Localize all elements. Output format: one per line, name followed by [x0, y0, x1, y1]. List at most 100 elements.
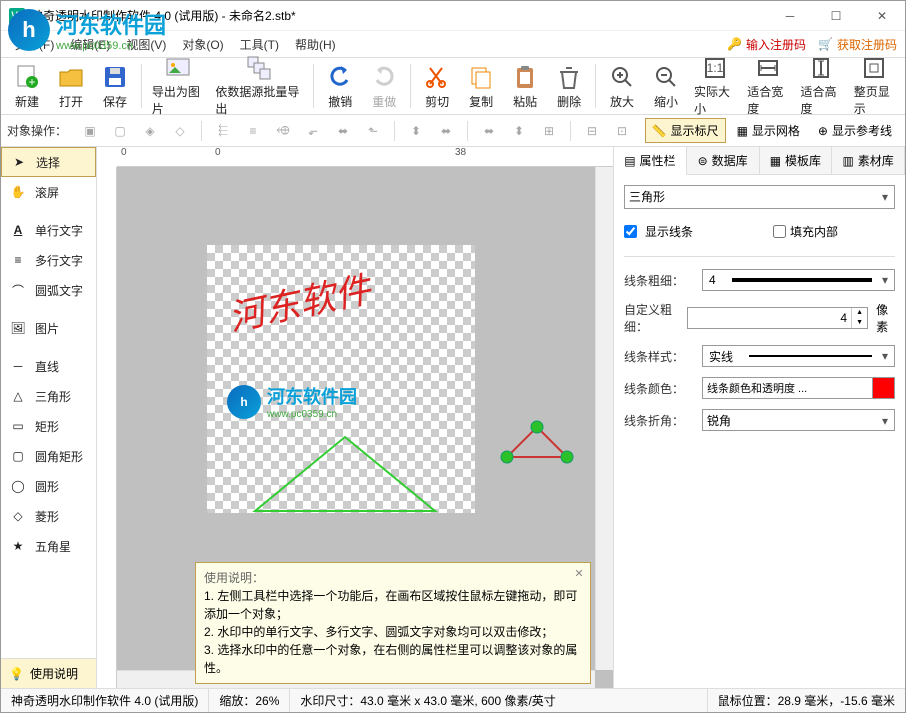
cart-icon: 🛒	[818, 37, 833, 51]
fill-checkbox[interactable]: 填充内部	[773, 223, 838, 240]
show-ruler-toggle[interactable]: 📏显示标尺	[645, 118, 726, 143]
zoom-out-button[interactable]: 缩小	[644, 59, 688, 113]
tool-image[interactable]: 🖼图片	[1, 313, 96, 343]
tool-roundrect[interactable]: ▢圆角矩形	[1, 441, 96, 471]
line-style-select[interactable]: 实线	[702, 345, 895, 367]
multitext-icon: ≡	[9, 251, 27, 269]
align-center-button[interactable]: ≡	[240, 119, 266, 143]
tool-line[interactable]: ─直线	[1, 351, 96, 381]
menu-file[interactable]: 文件(F)	[7, 33, 62, 56]
fit-page-button[interactable]: 整页显示	[848, 59, 901, 113]
group-button[interactable]: ⊞	[536, 119, 562, 143]
vertical-scrollbar[interactable]	[595, 167, 613, 670]
status-zoom: 缩放：26%	[209, 689, 290, 712]
align-middle-button[interactable]: ⬌	[330, 119, 356, 143]
batch-export-button[interactable]: 依数据源批量导出	[209, 59, 309, 113]
tool-pan[interactable]: ✋滚屏	[1, 177, 96, 207]
tool-text-multi[interactable]: ≡多行文字	[1, 245, 96, 275]
cursor-icon: ➤	[10, 153, 28, 171]
layer2-button[interactable]: ◇	[167, 119, 193, 143]
hand-icon: ✋	[9, 183, 27, 201]
db-icon: ⊜	[698, 154, 708, 168]
save-button[interactable]: 保存	[93, 59, 137, 113]
actual-size-button[interactable]: 1:1实际大小	[688, 59, 741, 113]
layer-button[interactable]: ◈	[137, 119, 163, 143]
center-v-button[interactable]: ⊡	[609, 119, 635, 143]
thickness-label: 线条粗细：	[624, 272, 694, 289]
tips-close-button[interactable]: ✕	[572, 567, 586, 581]
fit-width-button[interactable]: 适合宽度	[741, 59, 794, 113]
tool-ellipse[interactable]: ◯圆形	[1, 471, 96, 501]
custom-thickness-input[interactable]: ▲▼	[687, 307, 868, 329]
minimize-button[interactable]: ─	[767, 1, 813, 30]
image-icon: 🖼	[9, 319, 27, 337]
input-regcode-link[interactable]: 🔑输入注册码	[727, 36, 806, 53]
export-image-button[interactable]: 导出为图片	[146, 59, 210, 113]
menu-view[interactable]: 视图(V)	[118, 33, 174, 56]
dist-h-button[interactable]: ⬍	[403, 119, 429, 143]
green-triangle-object[interactable]	[245, 429, 445, 519]
tool-diamond[interactable]: ◇菱形	[1, 501, 96, 531]
open-button[interactable]: 打开	[49, 59, 93, 113]
show-grid-toggle[interactable]: ▦显示网格	[730, 118, 807, 143]
status-mouse: 鼠标位置：28.9 毫米，-15.6 毫米	[708, 689, 905, 712]
bring-front-button[interactable]: ▣	[77, 119, 103, 143]
logo-circle-icon: h	[227, 385, 261, 419]
selected-triangle-object[interactable]	[497, 417, 577, 467]
delete-button[interactable]: 删除	[547, 59, 591, 113]
same-width-button[interactable]: ⬌	[476, 119, 502, 143]
fit-height-button[interactable]: 适合高度	[795, 59, 848, 113]
align-right-button[interactable]: ⬲	[270, 119, 296, 143]
thickness-select[interactable]: 4	[702, 269, 895, 291]
canvas-page[interactable]: 河东软件 h 河东软件园 www.pc0359.cn	[207, 245, 475, 513]
show-line-checkbox[interactable]: 显示线条	[624, 223, 693, 240]
same-height-button[interactable]: ⬍	[506, 119, 532, 143]
tab-templates[interactable]: ▦模板库	[760, 147, 833, 174]
tool-select[interactable]: ➤选择	[1, 147, 96, 177]
center-h-button[interactable]: ⊟	[579, 119, 605, 143]
tool-text-arc[interactable]: ⌒圆弧文字	[1, 275, 96, 305]
arc-icon: ⌒	[9, 281, 27, 299]
line-join-select[interactable]: 锐角	[702, 409, 895, 431]
rect-icon: ▭	[9, 417, 27, 435]
maximize-button[interactable]: ☐	[813, 1, 859, 30]
help-button[interactable]: 💡使用说明	[1, 658, 96, 688]
line-join-label: 线条折角：	[624, 412, 694, 429]
tool-palette: ➤选择 ✋滚屏 A单行文字 ≡多行文字 ⌒圆弧文字 🖼图片 ─直线 △三角形 ▭…	[1, 147, 97, 688]
align-top-button[interactable]: ⬐	[300, 119, 326, 143]
get-regcode-link[interactable]: 🛒获取注册码	[818, 36, 897, 53]
redo-button[interactable]: 重做	[362, 59, 406, 113]
align-bottom-button[interactable]: ⬑	[360, 119, 386, 143]
align-left-button[interactable]: ⬱	[210, 119, 236, 143]
logo-object[interactable]: h 河东软件园 www.pc0359.cn	[227, 383, 357, 420]
tool-rect[interactable]: ▭矩形	[1, 411, 96, 441]
paste-button[interactable]: 粘贴	[503, 59, 547, 113]
guide-icon: ⊕	[818, 124, 828, 138]
show-guide-toggle[interactable]: ⊕显示参考线	[811, 118, 899, 143]
status-size: 水印尺寸：43.0 毫米 x 43.0 毫米, 600 像素/英寸	[290, 689, 707, 712]
canvas-area: 0 0 38 河东软件 h 河东软件园 www.pc0359.cn	[97, 147, 613, 688]
menu-tools[interactable]: 工具(T)	[232, 33, 287, 56]
shape-type-select[interactable]: 三角形	[624, 185, 895, 209]
cut-button[interactable]: 剪切	[415, 59, 459, 113]
menubar: 文件(F) 编辑(E) 视图(V) 对象(O) 工具(T) 帮助(H) 🔑输入注…	[1, 31, 905, 57]
send-back-button[interactable]: ▢	[107, 119, 133, 143]
copy-button[interactable]: 复制	[459, 59, 503, 113]
res-icon: ▥	[842, 154, 853, 168]
tab-properties[interactable]: ▤属性栏	[614, 147, 687, 175]
tab-resources[interactable]: ▥素材库	[832, 147, 905, 174]
menu-edit[interactable]: 编辑(E)	[62, 33, 118, 56]
window-title: 神奇透明水印制作软件 4.0 (试用版) - 未命名2.stb*	[31, 7, 767, 24]
tool-triangle[interactable]: △三角形	[1, 381, 96, 411]
undo-button[interactable]: 撤销	[318, 59, 362, 113]
tab-database[interactable]: ⊜数据库	[687, 147, 760, 174]
line-color-button[interactable]: 线条颜色和透明度 ...	[702, 377, 895, 399]
menu-object[interactable]: 对象(O)	[174, 33, 231, 56]
dist-v-button[interactable]: ⬌	[433, 119, 459, 143]
menu-help[interactable]: 帮助(H)	[287, 33, 344, 56]
new-button[interactable]: +新建	[5, 59, 49, 113]
tool-star[interactable]: ★五角星	[1, 531, 96, 561]
tool-text-single[interactable]: A单行文字	[1, 215, 96, 245]
close-button[interactable]: ✕	[859, 1, 905, 30]
zoom-in-button[interactable]: 放大	[600, 59, 644, 113]
